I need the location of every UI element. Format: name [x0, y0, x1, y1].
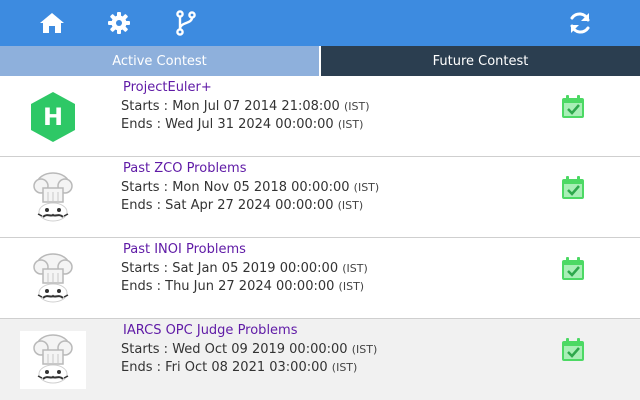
starts-label: Starts : — [121, 342, 173, 357]
timezone: (IST) — [331, 361, 358, 374]
home-icon[interactable] — [38, 9, 66, 37]
contest-end: Ends : Fri Oct 08 2021 03:00:00 (IST) — [121, 360, 357, 375]
gear-icon[interactable] — [105, 9, 133, 37]
contest-list: H ProjectEuler+ Starts : Mon Jul 07 2014… — [0, 76, 640, 400]
timezone: (IST) — [353, 181, 380, 194]
calendar-check-icon[interactable] — [560, 94, 586, 120]
timezone: (IST) — [342, 262, 368, 275]
codechef-chef-logo — [20, 331, 86, 389]
start-datetime: Wed Oct 09 2019 00:00:00 — [172, 342, 348, 357]
timezone: (IST) — [337, 118, 364, 131]
git-branch-icon[interactable] — [172, 9, 200, 37]
svg-text:H: H — [43, 103, 63, 131]
contest-end: Ends : Sat Apr 27 2024 00:00:00 (IST) — [121, 198, 363, 213]
contest-tabs: Active Contest Future Contest — [0, 46, 640, 76]
start-datetime: Sat Jan 05 2019 00:00:00 — [172, 261, 339, 276]
contest-name[interactable]: IARCS OPC Judge Problems — [123, 323, 297, 338]
contest-name[interactable]: Past ZCO Problems — [123, 161, 247, 176]
top-toolbar — [0, 0, 640, 46]
contest-start: Starts : Mon Nov 05 2018 00:00:00 (IST) — [121, 180, 379, 195]
tab-future-contest[interactable]: Future Contest — [321, 46, 640, 76]
start-datetime: Mon Nov 05 2018 00:00:00 — [172, 180, 350, 195]
contest-row: Past ZCO Problems Starts : Mon Nov 05 20… — [0, 157, 640, 238]
starts-label: Starts : — [121, 99, 173, 114]
contest-row: Past INOI Problems Starts : Sat Jan 05 2… — [0, 238, 640, 319]
codechef-chef-logo — [20, 169, 86, 227]
end-datetime: Fri Oct 08 2021 03:00:00 — [165, 360, 328, 375]
contest-name[interactable]: Past INOI Problems — [123, 242, 246, 257]
calendar-check-icon[interactable] — [560, 175, 586, 201]
contest-start: Starts : Sat Jan 05 2019 00:00:00 (IST) — [121, 261, 368, 276]
end-datetime: Thu Jun 27 2024 00:00:00 — [165, 279, 335, 294]
tab-active-contest[interactable]: Active Contest — [0, 46, 319, 76]
timezone: (IST) — [343, 100, 370, 113]
end-datetime: Sat Apr 27 2024 00:00:00 — [165, 198, 334, 213]
contest-row: IARCS OPC Judge Problems Starts : Wed Oc… — [0, 319, 640, 400]
refresh-icon[interactable] — [566, 9, 594, 37]
hackerrank-logo: H — [20, 88, 86, 146]
start-datetime: Mon Jul 07 2014 21:08:00 — [172, 99, 340, 114]
contest-start: Starts : Wed Oct 09 2019 00:00:00 (IST) — [121, 342, 377, 357]
starts-label: Starts : — [121, 261, 173, 276]
timezone: (IST) — [338, 280, 365, 293]
contest-end: Ends : Wed Jul 31 2024 00:00:00 (IST) — [121, 117, 363, 132]
contest-row: H ProjectEuler+ Starts : Mon Jul 07 2014… — [0, 76, 640, 157]
calendar-check-icon[interactable] — [560, 256, 586, 282]
ends-label: Ends : — [121, 198, 166, 213]
contest-end: Ends : Thu Jun 27 2024 00:00:00 (IST) — [121, 279, 364, 294]
contest-start: Starts : Mon Jul 07 2014 21:08:00 (IST) — [121, 99, 370, 114]
end-datetime: Wed Jul 31 2024 00:00:00 — [165, 117, 334, 132]
timezone: (IST) — [351, 343, 378, 356]
contest-name[interactable]: ProjectEuler+ — [123, 80, 212, 95]
ends-label: Ends : — [121, 117, 166, 132]
codechef-chef-logo — [20, 250, 86, 308]
ends-label: Ends : — [121, 279, 166, 294]
ends-label: Ends : — [121, 360, 166, 375]
starts-label: Starts : — [121, 180, 173, 195]
timezone: (IST) — [337, 199, 364, 212]
calendar-check-icon[interactable] — [560, 337, 586, 363]
